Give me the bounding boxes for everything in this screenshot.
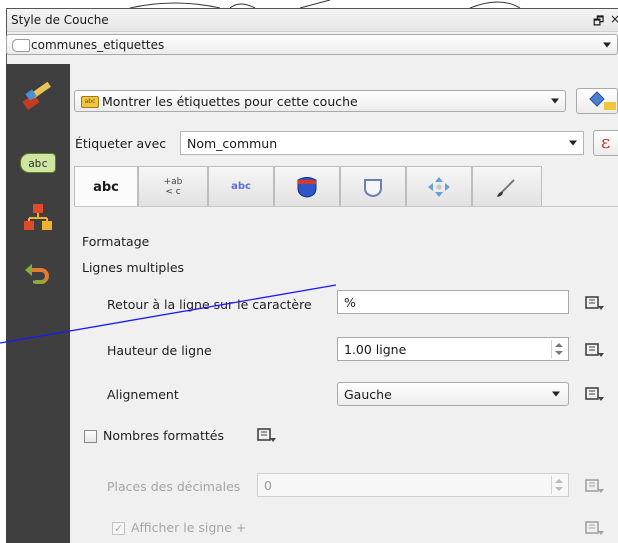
line-height-label: Hauteur de ligne	[107, 343, 212, 358]
expression-button[interactable]: ε	[593, 130, 618, 156]
labeling-mode-select[interactable]: abc Montrer les étiquettes pour cette co…	[74, 90, 566, 112]
sidebar-item-labels[interactable]: abc	[6, 148, 70, 178]
alignment-label: Alignement	[107, 387, 179, 402]
data-defined-override-icon[interactable]	[584, 519, 606, 537]
placement-icon	[428, 176, 450, 197]
chevron-down-icon	[552, 391, 560, 397]
alignment-value: Gauche	[344, 387, 392, 402]
data-defined-override-icon[interactable]	[584, 385, 606, 403]
label-settings-tabs: abc +ab < c abc	[74, 166, 618, 208]
data-defined-override-icon[interactable]	[584, 294, 606, 312]
chevron-down-icon	[569, 140, 577, 146]
history-undo-icon	[25, 264, 49, 284]
plus-sign-label: Afficher le signe +	[131, 520, 247, 535]
style-sidebar: abc	[6, 64, 70, 543]
line-height-spinbox[interactable]: 1.00 ligne	[337, 337, 569, 361]
dock-titlebar: Style de Couche 🗗 ×	[7, 9, 618, 32]
tab-shadow[interactable]	[340, 166, 406, 206]
shadow-icon	[364, 178, 382, 197]
checkmark-icon: ✓	[113, 522, 124, 535]
formatting-tab-bottom: < c	[165, 186, 181, 197]
tab-background[interactable]	[274, 166, 340, 206]
rendering-brush-icon	[497, 178, 515, 197]
formatting-tab-top: +ab	[163, 176, 183, 187]
labels-abc-icon: abc	[20, 153, 56, 173]
label-field-select[interactable]: Nom_commun	[180, 131, 584, 155]
line-layer-icon	[12, 39, 30, 52]
text-tab-icon: abc	[93, 180, 119, 195]
tab-text[interactable]: abc	[74, 166, 138, 208]
section-formatage: Formatage	[82, 234, 150, 249]
label-with-label: Étiqueter avec	[75, 136, 167, 151]
data-defined-override-icon[interactable]	[584, 477, 606, 495]
label-field-value: Nom_commun	[187, 136, 278, 151]
chevron-down-icon	[551, 98, 559, 104]
symbology-brush-icon	[22, 81, 51, 111]
map-canvas-edge	[0, 0, 618, 8]
decimals-label: Places des décimales	[107, 479, 241, 494]
background-shield-icon	[297, 176, 317, 198]
close-dock-button[interactable]: ×	[610, 12, 618, 26]
spin-arrows-icon[interactable]	[551, 340, 566, 358]
diagrams-icon	[24, 204, 52, 230]
formatted-numbers-checkbox[interactable]	[84, 430, 97, 443]
labeling-mode-value: Montrer les étiquettes pour cette couche	[102, 94, 358, 109]
decimals-value: 0	[264, 478, 272, 493]
tab-placement[interactable]	[406, 166, 472, 206]
label-mode-icon: abc	[81, 96, 99, 108]
layer-selector[interactable]: communes_etiquettes	[6, 34, 618, 55]
chevron-down-icon	[603, 42, 611, 47]
layer-name: communes_etiquettes	[31, 38, 165, 52]
formatting-tab-icon: +ab < c	[164, 177, 183, 197]
data-defined-override-icon[interactable]	[256, 426, 278, 444]
sidebar-item-diagrams[interactable]	[6, 200, 70, 236]
formatted-numbers-label: Nombres formattés	[103, 428, 224, 443]
sidebar-item-symbology[interactable]	[6, 78, 70, 114]
wrap-char-value: %	[344, 295, 356, 310]
tab-buffer[interactable]: abc	[208, 166, 274, 206]
tab-rendering[interactable]	[472, 166, 542, 206]
alignment-select[interactable]: Gauche	[337, 382, 569, 406]
expression-epsilon-icon: ε	[601, 132, 611, 153]
buffer-tab-icon: abc	[231, 181, 251, 192]
sidebar-item-history[interactable]	[6, 258, 70, 290]
spin-arrows-icon[interactable]	[551, 476, 566, 494]
plus-sign-checkbox[interactable]: ✓	[112, 522, 125, 535]
tab-formatting[interactable]: +ab < c	[138, 166, 208, 206]
rules-diamond-icon	[589, 91, 616, 110]
dock-title: Style de Couche	[11, 13, 109, 27]
decimals-spinbox[interactable]: 0	[257, 473, 569, 497]
line-height-value: 1.00 ligne	[344, 342, 407, 357]
wrap-char-input[interactable]: %	[337, 290, 569, 314]
wrap-char-label: Retour à la ligne sur le caractère	[107, 297, 312, 312]
data-defined-override-icon[interactable]	[584, 341, 606, 359]
section-multiline: Lignes multiples	[82, 260, 185, 275]
float-dock-button[interactable]: 🗗	[593, 12, 604, 33]
rules-button[interactable]	[576, 88, 618, 114]
